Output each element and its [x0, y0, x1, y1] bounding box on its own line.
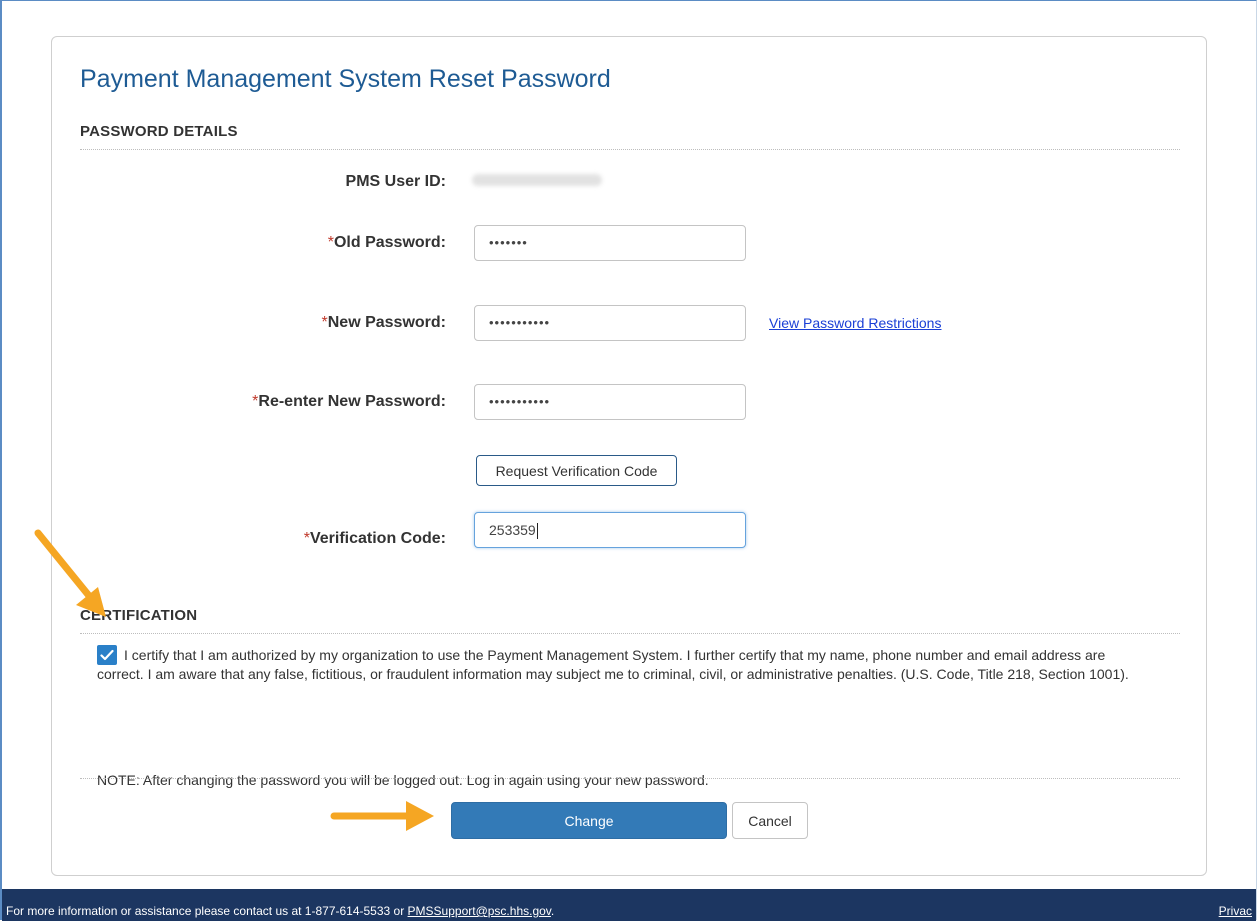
- change-button[interactable]: Change: [451, 802, 727, 839]
- section-divider: [80, 149, 1180, 150]
- verification-code-label-text: Verification Code:: [309, 530, 446, 547]
- footer-contact-text: For more information or assistance pleas…: [6, 904, 554, 918]
- page-title: Payment Management System Reset Password: [80, 65, 611, 93]
- footer-text-suffix: .: [550, 904, 555, 918]
- certification-text: I certify that I am authorized by my org…: [97, 647, 1129, 682]
- reenter-password-label-text: Re-enter New Password:: [258, 393, 446, 410]
- reenter-password-masked-value: •••••••••••: [489, 394, 551, 409]
- new-password-label-text: New Password:: [327, 314, 446, 331]
- pms-user-id-value-redacted: [472, 174, 602, 186]
- actions-divider: [80, 778, 1180, 779]
- password-details-heading: PASSWORD DETAILS: [80, 123, 238, 140]
- logout-note: NOTE: After changing the password you wi…: [97, 772, 709, 788]
- support-email-link[interactable]: PMSSupport@psc.hhs.gov: [408, 904, 551, 918]
- certification-heading: CERTIFICATION: [80, 607, 198, 624]
- reset-password-panel: Payment Management System Reset Password…: [51, 36, 1207, 876]
- verification-code-label: *Verification Code:: [304, 530, 446, 548]
- new-password-label: *New Password:: [322, 314, 447, 332]
- verification-code-input[interactable]: 253359: [474, 512, 746, 548]
- section-divider: [80, 633, 1180, 634]
- site-footer: For more information or assistance pleas…: [2, 889, 1256, 921]
- reenter-password-input[interactable]: •••••••••••: [474, 384, 746, 420]
- privacy-link[interactable]: Privac: [1219, 904, 1252, 918]
- old-password-label-text: Old Password:: [333, 234, 446, 251]
- old-password-masked-value: •••••••: [489, 235, 528, 250]
- old-password-label: *Old Password:: [328, 234, 446, 252]
- footer-text-prefix: For more information or assistance pleas…: [6, 904, 408, 918]
- verification-code-value: 253359: [489, 522, 536, 538]
- request-verification-code-button[interactable]: Request Verification Code: [476, 455, 677, 486]
- new-password-masked-value: •••••••••••: [489, 315, 551, 330]
- view-password-restrictions-link[interactable]: View Password Restrictions: [769, 315, 941, 331]
- cancel-button[interactable]: Cancel: [732, 802, 808, 839]
- new-password-input[interactable]: •••••••••••: [474, 305, 746, 341]
- pms-user-id-label: PMS User ID:: [345, 173, 446, 190]
- text-caret: [536, 523, 538, 540]
- reenter-password-label: *Re-enter New Password:: [252, 393, 446, 411]
- old-password-input[interactable]: •••••••: [474, 225, 746, 261]
